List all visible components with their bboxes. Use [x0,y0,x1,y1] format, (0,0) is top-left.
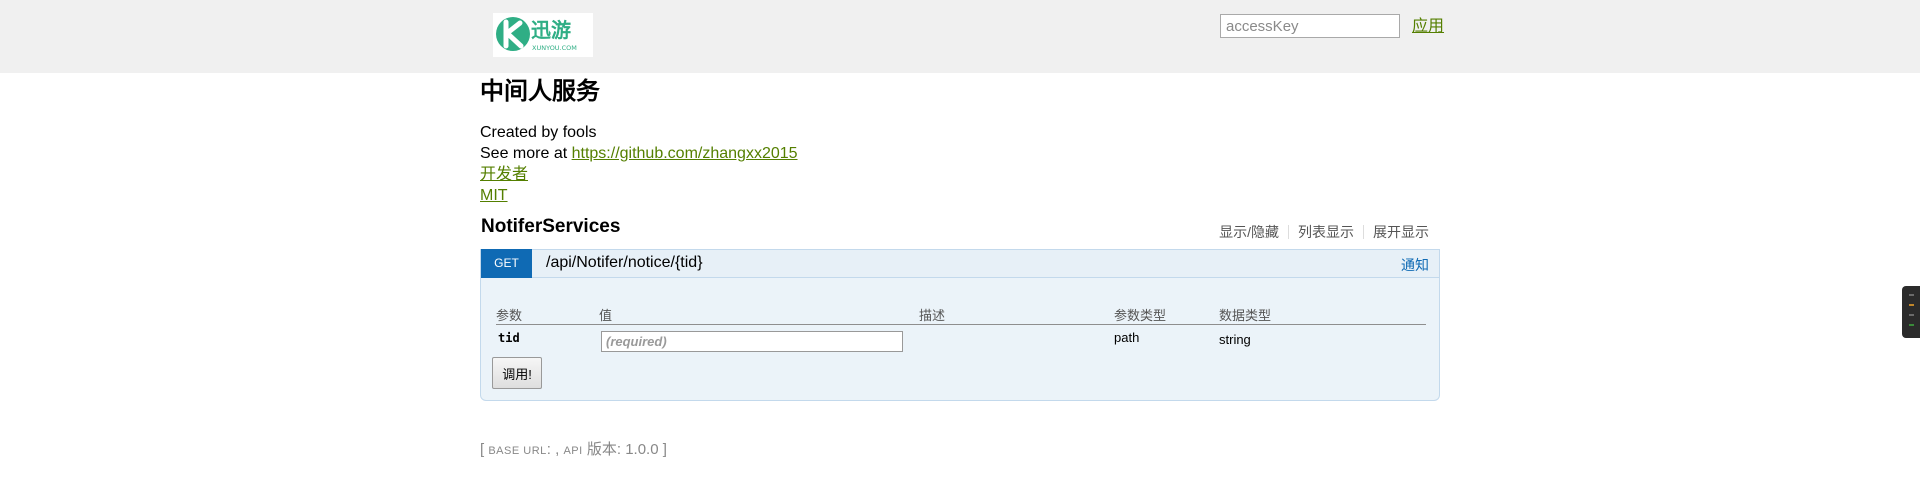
developer-link[interactable]: 开发者 [480,166,528,183]
access-key-input[interactable] [1220,14,1400,38]
developer-line: 开发者 [480,164,528,185]
api-version: 版本: 1.0.0 [582,441,659,458]
resource-title[interactable]: NotiferServices [481,216,620,238]
widget-bar [1909,324,1914,326]
footer-close-bracket: ] [658,441,667,458]
license-link[interactable]: MIT [480,187,508,204]
api-footer: [ BASE URL: , API 版本: 1.0.0 ] [480,438,667,459]
footer-separator: , [550,441,564,458]
param-table-divider [496,324,1426,325]
widget-bar [1909,314,1914,316]
param-tid-input[interactable] [601,331,903,352]
widget-bar [1909,294,1914,296]
data-type-cell: string [1219,332,1251,347]
toggle-show-hide-link[interactable]: 显示/隐藏 [1210,222,1288,242]
http-method-badge[interactable]: GET [481,249,532,278]
operation-path[interactable]: /api/Notifer/notice/{tid} [546,254,703,272]
svg-text:迅游: 迅游 [531,18,571,42]
widget-bar [1909,304,1914,306]
svg-text:XUNYOU.COM: XUNYOU.COM [532,44,577,52]
param-name-tid: tid [498,331,520,345]
apply-button[interactable]: 应用 [1412,12,1444,36]
param-header-value: 值 [599,308,613,323]
see-more-prefix: See more at [480,145,572,162]
param-header-description: 描述 [919,308,946,323]
param-type-cell: path [1114,330,1140,345]
operation-summary[interactable]: 通知 [1401,255,1429,275]
operation-content: 参数 值 描述 参数类型 数据类型 tid path string 调用! [480,278,1440,401]
api-label: API [563,445,583,457]
xunyou-logo[interactable]: 迅游 XUNYOU.COM [493,13,593,57]
param-header-param-type: 参数类型 [1114,308,1167,323]
expand-operations-link[interactable]: 展开显示 [1364,222,1429,242]
try-it-out-button[interactable]: 调用! [492,357,542,389]
base-url-label: BASE URL [488,445,547,457]
created-by-text: Created by fools [480,124,597,141]
license-line: MIT [480,185,508,206]
github-link[interactable]: https://github.com/zhangxx2015 [572,145,798,162]
operation-heading[interactable]: GET /api/Notifer/notice/{tid} 通知 [480,249,1440,278]
see-more-line: See more at https://github.com/zhangxx20… [480,143,798,164]
param-header-name: 参数 [496,308,523,323]
side-feedback-widget[interactable] [1902,286,1920,338]
header-bar: 迅游 XUNYOU.COM 应用 [0,0,1920,73]
param-header-data-type: 数据类型 [1219,308,1272,323]
resource-actions: 显示/隐藏 列表显示 展开显示 [1210,222,1429,242]
list-operations-link[interactable]: 列表显示 [1289,222,1363,242]
page-title: 中间人服务 [480,78,600,105]
